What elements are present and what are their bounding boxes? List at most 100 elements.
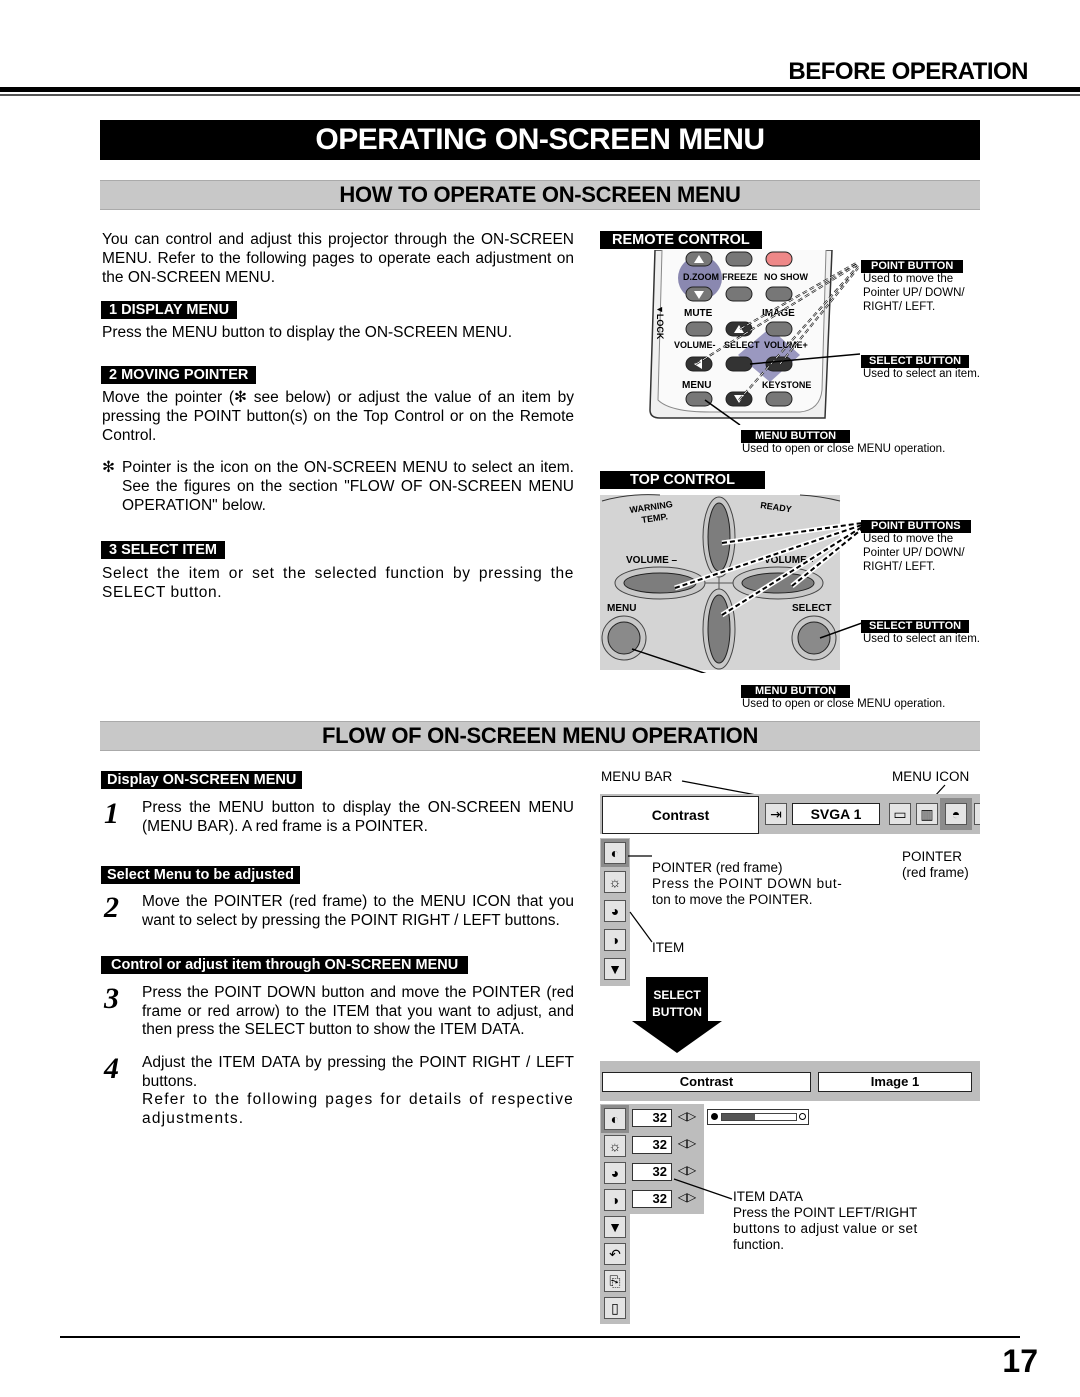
contrast-icon[interactable]: ◐	[604, 1108, 626, 1130]
item-screen-mode: Image 1	[818, 1072, 972, 1092]
remote-menu-button	[685, 391, 713, 407]
menu-icon-partial	[974, 803, 980, 825]
more-down-icon[interactable]: ▼	[604, 958, 626, 980]
slider-fill	[722, 1114, 756, 1120]
top-menu-button	[607, 621, 641, 655]
quit-icon[interactable]: ▯	[604, 1297, 626, 1319]
step-text-display-menu: Press the MENU button to display the ON-…	[102, 324, 513, 341]
menu-bar-contrast: Contrast	[602, 796, 759, 834]
slider-min-icon	[711, 1113, 718, 1120]
tc-select-label: SELECT	[792, 603, 831, 614]
pointer-note-mark: ✻	[102, 459, 115, 476]
contrast-slider[interactable]	[707, 1109, 809, 1125]
rc-select-button-desc: Used to select an item.	[863, 368, 980, 380]
item-label: ITEM	[652, 940, 685, 955]
contrast-value[interactable]: 32	[632, 1109, 672, 1127]
noshow-label: NO SHOW	[764, 272, 809, 282]
flow-step-num-1: 1	[104, 797, 119, 830]
top-point-up-button	[707, 502, 731, 572]
volume-minus-label: VOLUME-	[674, 340, 716, 350]
top-point-down-button	[707, 594, 731, 664]
remote-control-tag: REMOTE CONTROL	[600, 231, 762, 249]
volume-plus-label: VOLUME+	[764, 340, 808, 350]
store-icon[interactable]: ⎘	[604, 1270, 626, 1292]
remote-control-illustration: D.ZOOM FREEZE NO SHOW MUTE IMAGE VOLUME-…	[649, 250, 860, 425]
item-data-label: ITEM DATA Press the POINT LEFT/RIGHT but…	[733, 1189, 918, 1252]
page-number: 17	[1002, 1343, 1038, 1379]
step-tag-select-item: 3 SELECT ITEM	[101, 541, 225, 559]
tint-icon[interactable]: ◑	[604, 929, 626, 951]
remote-image-button	[765, 321, 793, 337]
footer-rule	[60, 1336, 1020, 1338]
pointer-item-label: POINTER (red frame) Press the POINT DOWN…	[652, 860, 843, 907]
flow-tag-display: Display ON-SCREEN MENU	[101, 771, 303, 789]
tc-select-button-desc: Used to select an item.	[863, 633, 980, 645]
pointer-note-text: Pointer is the icon on the ON-SCREEN MEN…	[122, 459, 574, 514]
tc-point-buttons-desc: Used to move the Pointer UP/ DOWN/ RIGHT…	[863, 533, 965, 573]
adjust-arrows-icon[interactable]: ◁▷	[676, 1136, 698, 1150]
top-control-illustration: WARNING TEMP. READY VOLUME – VOLUME + ME…	[600, 494, 862, 673]
rc-point-button-desc: Used to move the Pointer UP/ DOWN/ RIGHT…	[863, 273, 965, 313]
menu-bar-label: MENU BAR	[601, 769, 673, 784]
menu-label: MENU	[682, 380, 711, 391]
header-rule-thin	[0, 94, 1080, 96]
color-icon[interactable]: ◕	[604, 900, 626, 922]
contrast-icon[interactable]: ◐	[604, 842, 626, 864]
dzoom-label: D.ZOOM	[683, 272, 719, 282]
section-header: BEFORE OPERATION	[788, 58, 1028, 85]
flow-step-num-2: 2	[104, 891, 119, 924]
flow-tag-control-adjust: Control or adjust item through ON-SCREEN…	[101, 956, 469, 974]
item-screen-contrast: Contrast	[602, 1072, 811, 1092]
brightness-icon[interactable]: ☼	[604, 871, 626, 893]
pc-adjust-icon[interactable]: ▭	[889, 803, 911, 825]
pointer-top-label: POINTER (red frame)	[902, 849, 969, 880]
item-data-callout-line	[673, 1178, 733, 1200]
tc-volume-minus-label: VOLUME –	[626, 555, 678, 566]
more-down-icon[interactable]: ▼	[604, 1216, 626, 1238]
flow-step-num-4: 4	[104, 1052, 119, 1085]
freeze-label: FREEZE	[722, 272, 758, 282]
flow-tag-select-menu: Select Menu to be adjusted	[101, 866, 300, 884]
header-rule	[0, 87, 1080, 92]
reset-icon[interactable]: ↶	[604, 1243, 626, 1265]
slider-track	[721, 1113, 797, 1121]
flow-step-text-3: Press the POINT DOWN button and move the…	[142, 984, 574, 1038]
step-tag-moving-pointer: 2 MOVING POINTER	[101, 366, 257, 384]
tc-menu-button-desc: Used to open or close MENU operation.	[742, 698, 946, 710]
menu-bar-source: SVGA 1	[792, 803, 880, 825]
slider-max-icon	[799, 1113, 806, 1120]
mute-label: MUTE	[684, 308, 713, 319]
select-button-arrow-label: SELECT BUTTON	[652, 988, 702, 1019]
step-text-select-item: Select the item or set the selected func…	[102, 565, 574, 601]
brightness-value[interactable]: 32	[632, 1136, 672, 1154]
color-icon[interactable]: ◕	[604, 1162, 626, 1184]
tc-menu-label: MENU	[607, 603, 636, 614]
input-icon[interactable]: ⇥	[765, 803, 787, 825]
select-label: SELECT	[724, 340, 760, 350]
keystone-label: KEYSTONE	[762, 380, 811, 390]
intro-text: You can control and adjust this projecto…	[102, 231, 574, 286]
flow-step-text-2: Move the POINTER (red frame) to the MENU…	[142, 893, 574, 929]
lock-label: ▼LOCK	[655, 305, 665, 340]
flow-step-text-4-extra: Refer to the following pages for details…	[142, 1091, 574, 1127]
brightness-icon[interactable]: ☼	[604, 1135, 626, 1157]
top-select-button	[797, 621, 831, 655]
step-text-moving-pointer: Move the pointer (✻ see below) or adjust…	[102, 389, 574, 444]
screen-icon[interactable]: ▥	[916, 803, 938, 825]
tint-icon[interactable]: ◑	[604, 1189, 626, 1211]
how-to-heading: HOW TO OPERATE ON-SCREEN MENU	[100, 180, 980, 210]
color-value[interactable]: 32	[632, 1163, 672, 1181]
tint-value[interactable]: 32	[632, 1190, 672, 1208]
flow-heading: FLOW OF ON-SCREEN MENU OPERATION	[100, 721, 980, 751]
page-title: OPERATING ON-SCREEN MENU	[100, 120, 980, 160]
adjust-arrows-icon[interactable]: ◁▷	[676, 1109, 698, 1123]
flow-step-text-4: Adjust the ITEM DATA by pressing the POI…	[142, 1054, 574, 1090]
remote-keystone-button	[765, 391, 793, 407]
image-icon[interactable]: ◓	[945, 803, 967, 825]
step-tag-display-menu: 1 DISPLAY MENU	[101, 301, 238, 319]
top-control-tag: TOP CONTROL	[600, 471, 765, 489]
remote-point-right-button	[765, 356, 793, 372]
flow-step-text-1: Press the MENU button to display the ON-…	[142, 799, 574, 835]
remote-mute-button	[685, 321, 713, 337]
remote-select-button	[725, 356, 753, 372]
